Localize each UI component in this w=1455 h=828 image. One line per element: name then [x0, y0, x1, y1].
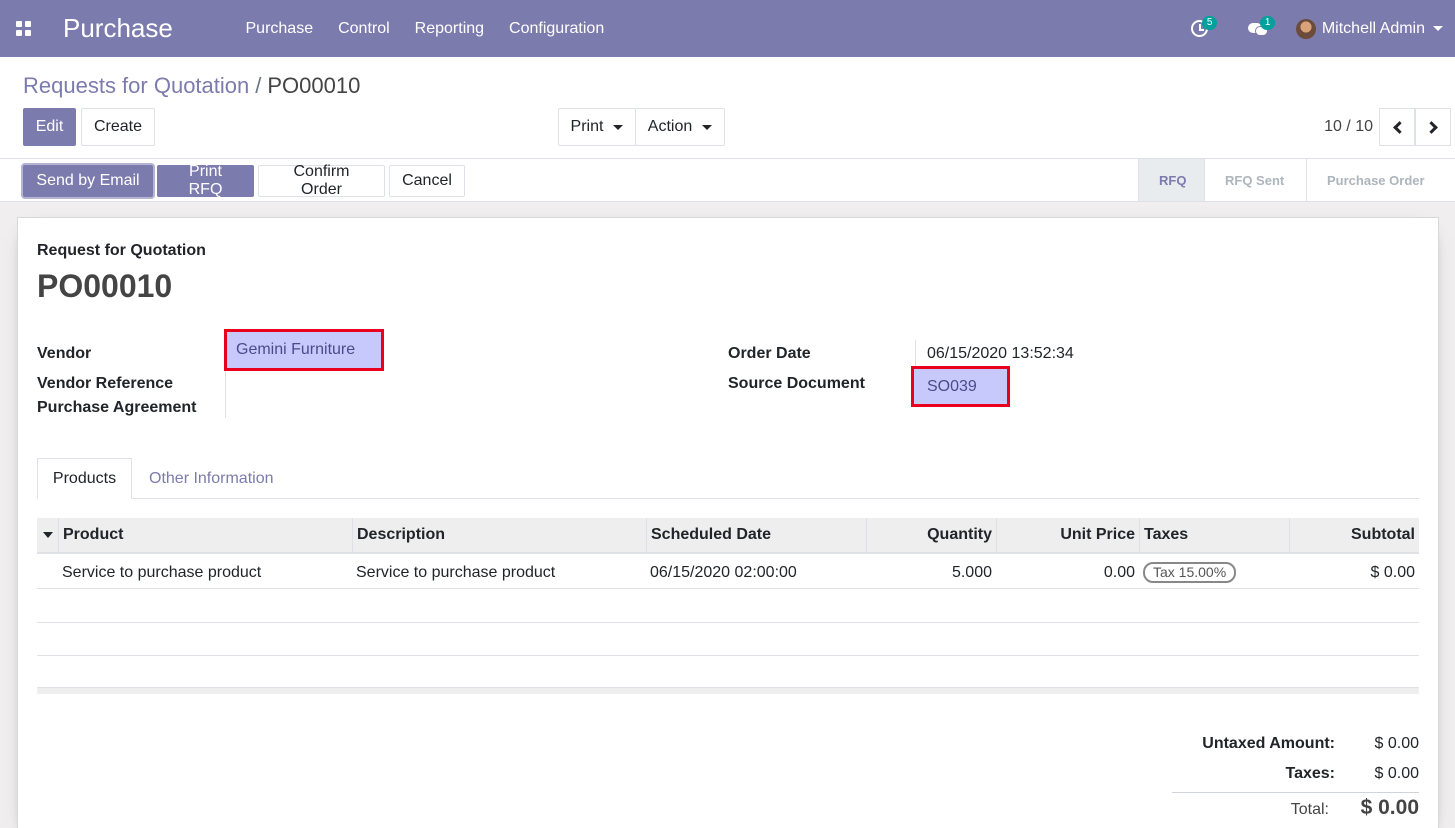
source-document-value: SO039: [927, 377, 977, 395]
print-dropdown[interactable]: Print: [558, 108, 636, 146]
column-header-taxes[interactable]: Taxes: [1139, 518, 1289, 552]
totals-divider: [1172, 792, 1419, 793]
vendor-link[interactable]: Gemini Furniture: [236, 341, 355, 359]
vendor-label: Vendor: [37, 345, 92, 362]
stage-pipeline: RFQ RFQ Sent Purchase Order: [1138, 159, 1451, 201]
chevron-down-icon: [1433, 26, 1443, 31]
page-title: PO00010: [37, 268, 173, 304]
vendor-field[interactable]: Gemini Furniture: [224, 329, 384, 371]
table-row[interactable]: Service to purchase product Service to p…: [37, 556, 1419, 589]
user-menu[interactable]: Mitchell Admin: [1295, 18, 1443, 39]
print-rfq-button[interactable]: Print RFQ: [157, 163, 254, 198]
print-label: Print: [570, 118, 604, 135]
untaxed-amount-label: Untaxed Amount:: [1202, 735, 1335, 752]
send-by-email-button[interactable]: Send by Email: [23, 165, 153, 197]
total-value: $ 0.00: [1360, 796, 1419, 819]
menu-item-control[interactable]: Control: [326, 20, 403, 38]
breadcrumb-parent-link[interactable]: Requests for Quotation: [23, 73, 249, 98]
cell-subtotal: $ 0.00: [1370, 563, 1415, 581]
cancel-button[interactable]: Cancel: [389, 165, 465, 197]
chevron-down-icon: [613, 124, 624, 130]
breadcrumb: Requests for Quotation / PO00010: [23, 73, 360, 99]
cell-scheduled-date: 06/15/2020 02:00:00: [650, 563, 797, 581]
activity-badge: 5: [1201, 16, 1218, 30]
empty-row: [37, 623, 1419, 656]
action-dropdown[interactable]: Action: [635, 108, 725, 146]
total-label: Total:: [1290, 801, 1329, 818]
chevron-left-icon: [1392, 120, 1406, 134]
tab-products[interactable]: Products: [37, 458, 132, 499]
stage-rfq: RFQ: [1138, 159, 1204, 201]
vendor-reference-label: Vendor Reference: [37, 375, 174, 392]
chevron-down-icon: [702, 124, 713, 130]
source-document-label: Source Document: [728, 375, 865, 392]
cell-description: Service to purchase product: [356, 563, 556, 581]
order-lines-header: Product Description Scheduled Date Quant…: [37, 518, 1419, 554]
cell-unit-price: 0.00: [1103, 563, 1135, 581]
top-navbar: Purchase Purchase Control Reporting Conf…: [0, 0, 1455, 57]
source-document-field: SO039: [911, 366, 1010, 407]
table-footer: [37, 687, 1419, 694]
pager: 10 / 10: [1324, 108, 1451, 146]
form-subtitle: Request for Quotation: [37, 242, 206, 259]
cell-product: Service to purchase product: [62, 563, 262, 581]
column-header-scheduled-date[interactable]: Scheduled Date: [646, 518, 866, 552]
column-header-quantity[interactable]: Quantity: [866, 518, 996, 552]
confirm-order-button[interactable]: Confirm Order: [258, 163, 385, 198]
avatar: [1295, 18, 1316, 39]
breadcrumb-separator: /: [255, 73, 262, 98]
stage-rfq-sent: RFQ Sent: [1204, 159, 1306, 201]
order-date-value: 06/15/2020 13:52:34: [927, 345, 1074, 362]
taxes-label: Taxes:: [1285, 765, 1335, 782]
column-header-unit-price[interactable]: Unit Price: [996, 518, 1139, 552]
systray: 5 1 Mitchell Admin: [1180, 0, 1455, 57]
menu-item-reporting[interactable]: Reporting: [402, 20, 496, 38]
messaging-button[interactable]: 1: [1238, 0, 1278, 57]
activity-button[interactable]: 5: [1180, 0, 1220, 57]
message-badge: 1: [1259, 16, 1276, 30]
action-label: Action: [647, 118, 693, 135]
notebook-tabs: Products Other Information: [37, 458, 1419, 499]
edit-button[interactable]: Edit: [23, 108, 76, 146]
cell-taxes: Tax 15.00%: [1139, 556, 1289, 589]
optional-columns-toggle[interactable]: [37, 518, 58, 552]
apps-menu-icon[interactable]: [0, 0, 46, 57]
order-date-label: Order Date: [728, 345, 811, 362]
control-panel: Requests for Quotation / PO00010 Edit Crea…: [0, 57, 1455, 159]
column-header-description[interactable]: Description: [352, 518, 646, 552]
tax-badge: Tax 15.00%: [1143, 562, 1237, 583]
column-header-subtotal[interactable]: Subtotal: [1289, 518, 1419, 552]
empty-row: [37, 590, 1419, 623]
column-header-product[interactable]: Product: [58, 518, 352, 552]
main-menu: Purchase Control Reporting Configuration: [233, 20, 617, 38]
menu-item-purchase[interactable]: Purchase: [233, 20, 326, 38]
user-name: Mitchell Admin: [1321, 19, 1425, 37]
tab-other-information[interactable]: Other Information: [149, 458, 274, 499]
form-statusbar: Send by Email Print RFQ Confirm Order Ca…: [0, 159, 1455, 202]
untaxed-amount-value: $ 0.00: [1374, 735, 1419, 752]
chevron-right-icon: [1424, 120, 1438, 134]
pager-next-button[interactable]: [1415, 108, 1451, 146]
taxes-value: $ 0.00: [1374, 765, 1419, 782]
purchase-agreement-label: Purchase Agreement: [37, 399, 197, 416]
pager-value[interactable]: 10 / 10: [1324, 118, 1373, 136]
caret-down-icon: [42, 532, 53, 538]
empty-row: [37, 656, 1419, 689]
menu-item-configuration[interactable]: Configuration: [497, 20, 617, 38]
stage-purchase-order: Purchase Order: [1306, 159, 1451, 201]
cell-quantity: 5.000: [951, 563, 992, 581]
create-button[interactable]: Create: [81, 108, 155, 146]
breadcrumb-current: PO00010: [267, 73, 361, 98]
app-brand[interactable]: Purchase: [63, 13, 233, 44]
pager-previous-button[interactable]: [1379, 108, 1415, 146]
